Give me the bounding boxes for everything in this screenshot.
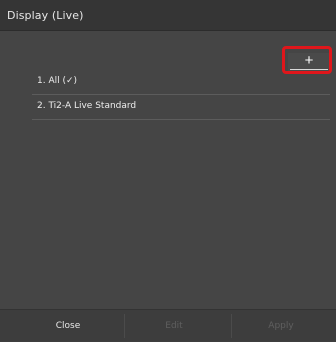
footer-bar: Close Edit Apply: [0, 309, 336, 341]
plus-icon: +: [304, 52, 314, 69]
close-button[interactable]: Close: [18, 310, 118, 342]
add-button[interactable]: +: [288, 52, 330, 71]
list-item-label: 1. All (✓): [37, 76, 78, 86]
window-title: Display (Live): [7, 9, 84, 22]
title-bar: Display (Live): [0, 0, 336, 31]
edit-button[interactable]: Edit: [124, 310, 224, 342]
apply-button[interactable]: Apply: [231, 310, 331, 342]
list-item-label: 2. Ti2-A Live Standard: [37, 101, 137, 111]
list-item[interactable]: 1. All (✓): [32, 70, 330, 95]
list-item[interactable]: 2. Ti2-A Live Standard: [32, 95, 330, 120]
display-list: 1. All (✓) 2. Ti2-A Live Standard: [32, 70, 330, 120]
